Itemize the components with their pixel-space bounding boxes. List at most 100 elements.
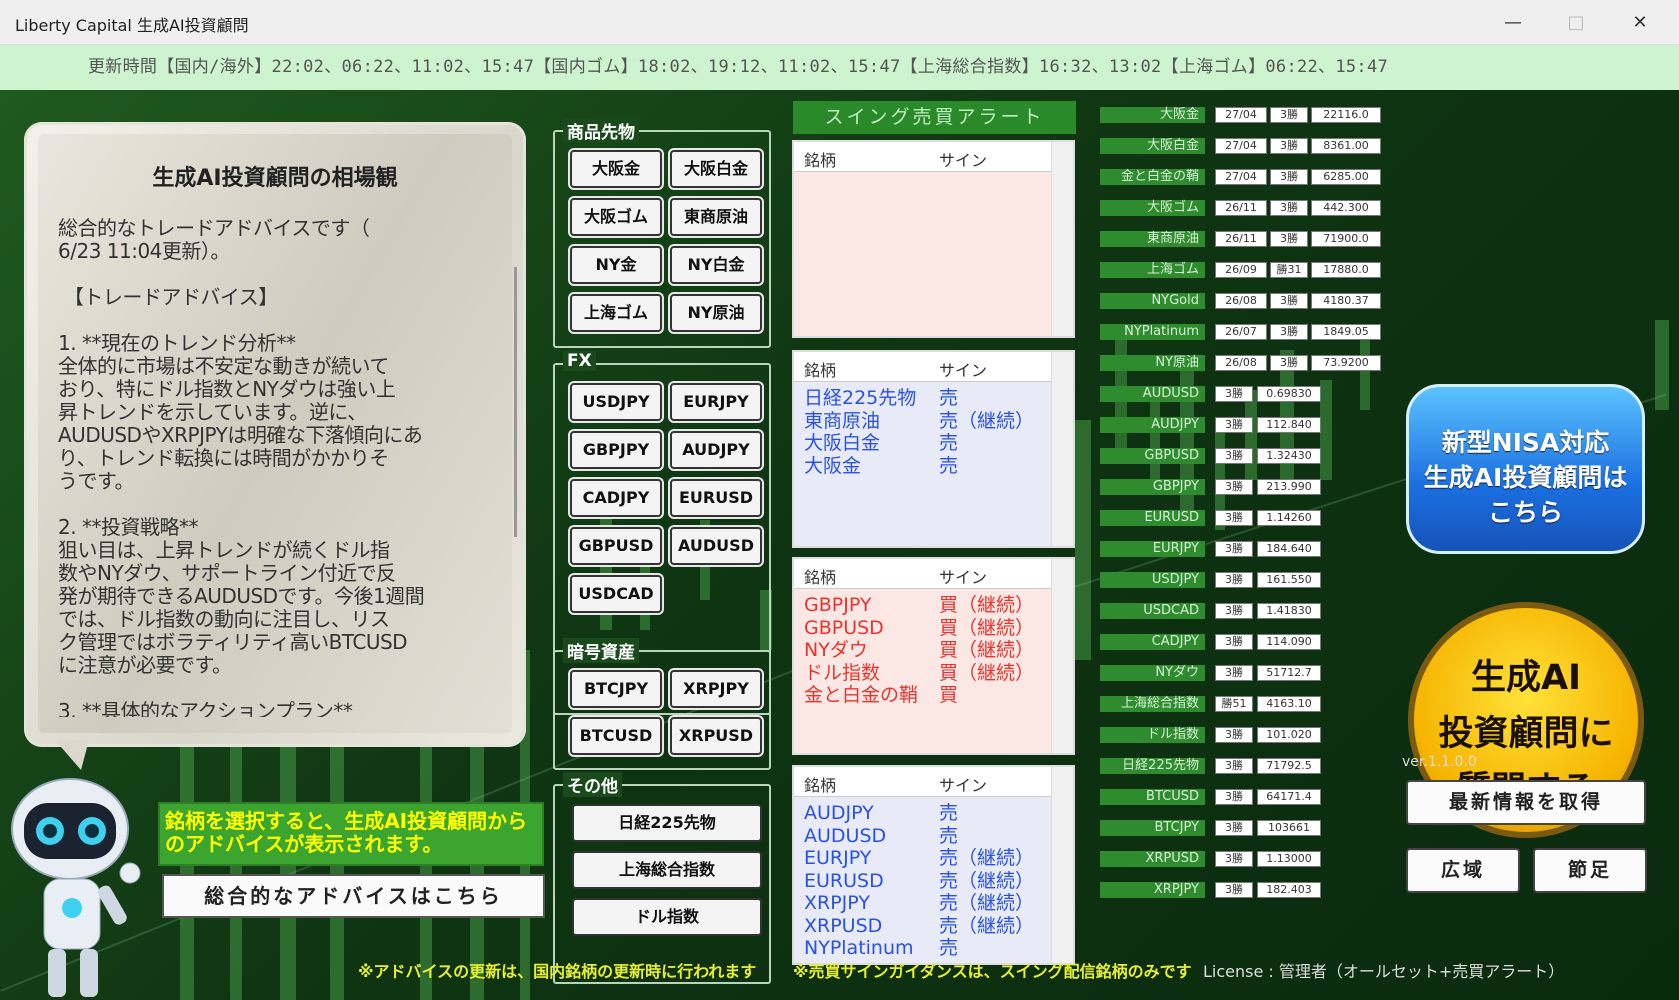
- close-icon[interactable]: ✕: [1620, 8, 1660, 38]
- swing-alert-panel-3[interactable]: 銘柄 サイン AUDJPY 売 AUDUSD 売 EURJPY 売（継続） EURUSD 売（継続…: [792, 765, 1075, 965]
- ticker-signal: 3勝: [1215, 603, 1253, 619]
- symbol-button-fx-1[interactable]: EURJPY: [670, 383, 762, 421]
- symbol-button-crypto-1[interactable]: XRPJPY: [670, 670, 762, 708]
- swing-symbol: EURUSD: [804, 869, 884, 892]
- symbol-button-commodity-1[interactable]: 大阪白金: [670, 150, 762, 188]
- symbol-button-crypto-0[interactable]: BTCJPY: [570, 670, 662, 708]
- symbol-button-commodity-0[interactable]: 大阪金: [570, 150, 662, 188]
- advice-scrollbar[interactable]: [508, 247, 522, 747]
- ticker-name: USDJPY: [1100, 572, 1205, 588]
- ticker-date: 27/04: [1215, 138, 1267, 154]
- ticker-date: 27/04: [1215, 169, 1267, 185]
- overall-advice-button[interactable]: 総合的なアドバイスはこちら: [162, 874, 545, 918]
- ticker-name: 日経225先物: [1100, 758, 1205, 774]
- swing-symbol: 大阪白金: [804, 432, 881, 454]
- refresh-button[interactable]: 最新情報を取得: [1406, 780, 1646, 825]
- swing-alert-row[interactable]: XRPJPY 売（継続）: [804, 892, 1034, 914]
- column-name-header: 銘柄: [804, 151, 837, 170]
- title-bar: Liberty Capital 生成AI投資顧問 — □ ✕: [0, 0, 1679, 45]
- symbol-button-commodity-4[interactable]: NY金: [570, 246, 662, 284]
- symbol-button-other-2[interactable]: ドル指数: [572, 898, 762, 936]
- ticker-signal: 3勝: [1215, 758, 1253, 774]
- swing-panel-scrollbar[interactable]: [1051, 352, 1073, 546]
- swing-alert-row[interactable]: 東商原油 売（継続）: [804, 410, 1034, 432]
- swing-panel-scrollbar[interactable]: [1051, 559, 1073, 753]
- swing-alert-row[interactable]: GBPJPY 買（継続）: [804, 594, 1034, 616]
- nisa-button[interactable]: 新型NISA対応 生成AI投資顧問は こちら: [1406, 384, 1645, 554]
- ticker-name: CADJPY: [1100, 634, 1205, 650]
- symbol-button-fx-5[interactable]: EURUSD: [670, 479, 762, 517]
- swing-alert-panel-0[interactable]: 銘柄 サイン: [792, 140, 1075, 338]
- symbol-button-commodity-2[interactable]: 大阪ゴム: [570, 198, 662, 236]
- swing-symbol: 大阪金: [804, 454, 862, 477]
- swing-alert-row[interactable]: GBPUSD 買（継続）: [804, 617, 1034, 639]
- swing-alert-row[interactable]: AUDUSD 売: [804, 824, 958, 847]
- symbol-button-commodity-6[interactable]: 上海ゴム: [570, 294, 662, 332]
- swing-symbol: AUDUSD: [804, 824, 887, 847]
- swing-symbol: EURJPY: [804, 847, 872, 869]
- column-name-header: 銘柄: [804, 568, 837, 587]
- symbol-button-other-0[interactable]: 日経225先物: [572, 804, 762, 842]
- minimize-icon[interactable]: —: [1493, 8, 1533, 38]
- ticker-value: 103661: [1257, 820, 1321, 836]
- ticker-name: BTCJPY: [1100, 820, 1205, 836]
- swing-alert-row[interactable]: AUDJPY 売: [804, 802, 958, 824]
- fx-group-label: FX: [563, 351, 596, 371]
- ticker-value: 6285.00: [1311, 169, 1381, 185]
- swing-alert-row[interactable]: EURUSD 売（継続）: [804, 869, 1034, 892]
- swing-alert-row[interactable]: 金と白金の鞘買: [804, 684, 958, 706]
- symbol-button-crypto-3[interactable]: XRPUSD: [670, 717, 762, 755]
- swing-alert-panel-2[interactable]: 銘柄 サイン GBPJPY 買（継続） GBPUSD 買（継続） NYダウ 買（継続） ドル指数…: [792, 557, 1075, 755]
- wide-button[interactable]: 広域: [1406, 848, 1520, 893]
- swing-alert-row[interactable]: ドル指数 買（継続）: [804, 662, 1034, 684]
- ticker-value: 8361.00: [1311, 138, 1381, 154]
- swing-panel-scrollbar[interactable]: [1051, 142, 1073, 336]
- symbol-button-commodity-5[interactable]: NY白金: [670, 246, 762, 284]
- swing-panel-scrollbar[interactable]: [1051, 767, 1073, 963]
- symbol-button-fx-7[interactable]: AUDUSD: [670, 527, 762, 565]
- leg-button[interactable]: 節足: [1533, 848, 1647, 893]
- symbol-button-other-1[interactable]: 上海総合指数: [572, 851, 762, 889]
- swing-alert-row[interactable]: EURJPY 売（継続）: [804, 847, 1034, 869]
- swing-signal: 売: [939, 937, 959, 959]
- swing-signal: 売: [939, 454, 959, 477]
- symbol-button-crypto-2[interactable]: BTCUSD: [570, 717, 662, 755]
- ticker-date: 26/08: [1215, 293, 1267, 309]
- ticker-value: 73.9200: [1311, 355, 1381, 371]
- swing-alert-row[interactable]: 大阪金 売: [804, 454, 958, 477]
- ticker-signal: 3勝: [1270, 138, 1308, 154]
- swing-alert-row[interactable]: NYダウ 買（継続）: [804, 639, 1034, 661]
- ticker-name: EURUSD: [1100, 510, 1205, 526]
- swing-symbol: AUDJPY: [804, 802, 874, 824]
- symbol-button-commodity-7[interactable]: NY原油: [670, 294, 762, 332]
- symbol-button-fx-2[interactable]: GBPJPY: [570, 431, 662, 469]
- swing-symbol: 金と白金の鞘: [804, 684, 919, 706]
- symbol-button-fx-6[interactable]: GBPUSD: [570, 527, 662, 565]
- ticker-signal: 3勝: [1215, 572, 1253, 588]
- swing-alert-row[interactable]: NYPlatinum 売: [804, 937, 958, 959]
- ticker-signal: 3勝: [1270, 169, 1308, 185]
- swing-alert-panel-1[interactable]: 銘柄 サイン 日経225先物売東商原油 売（継続） 大阪白金売大阪金売: [792, 350, 1075, 548]
- ticker-name: NY原油: [1100, 355, 1205, 371]
- swing-panel-header: 銘柄 サイン: [794, 767, 1073, 797]
- symbol-button-fx-3[interactable]: AUDJPY: [670, 431, 762, 469]
- ticker-signal: 3勝: [1215, 789, 1253, 805]
- symbol-button-fx-4[interactable]: CADJPY: [570, 479, 662, 517]
- maximize-icon[interactable]: □: [1556, 8, 1596, 38]
- symbol-button-fx-0[interactable]: USDJPY: [570, 383, 662, 421]
- column-sign-header: サイン: [939, 151, 988, 170]
- column-sign-header: サイン: [939, 361, 988, 380]
- ticker-signal: 3勝: [1270, 324, 1308, 340]
- ticker-value: 64171.4: [1257, 789, 1321, 805]
- swing-signal: 売（継続）: [939, 869, 1035, 892]
- swing-alert-row[interactable]: XRPUSD 売（継続）: [804, 915, 1034, 937]
- advice-text[interactable]: 総合的なトレードアドバイスです（ 6/23 11:04更新）。 【トレードアドバ…: [58, 217, 478, 717]
- window-title: Liberty Capital 生成AI投資顧問: [15, 16, 249, 35]
- ticker-value: 1.13000: [1257, 851, 1321, 867]
- ticker-name: XRPJPY: [1100, 882, 1205, 898]
- symbol-button-commodity-3[interactable]: 東商原油: [670, 198, 762, 236]
- swing-alert-row[interactable]: 大阪白金 売: [804, 432, 958, 454]
- symbol-button-fx-8[interactable]: USDCAD: [570, 575, 662, 613]
- swing-signal: 買（継続）: [939, 661, 1035, 684]
- swing-alert-row[interactable]: 日経225先物売: [804, 387, 958, 409]
